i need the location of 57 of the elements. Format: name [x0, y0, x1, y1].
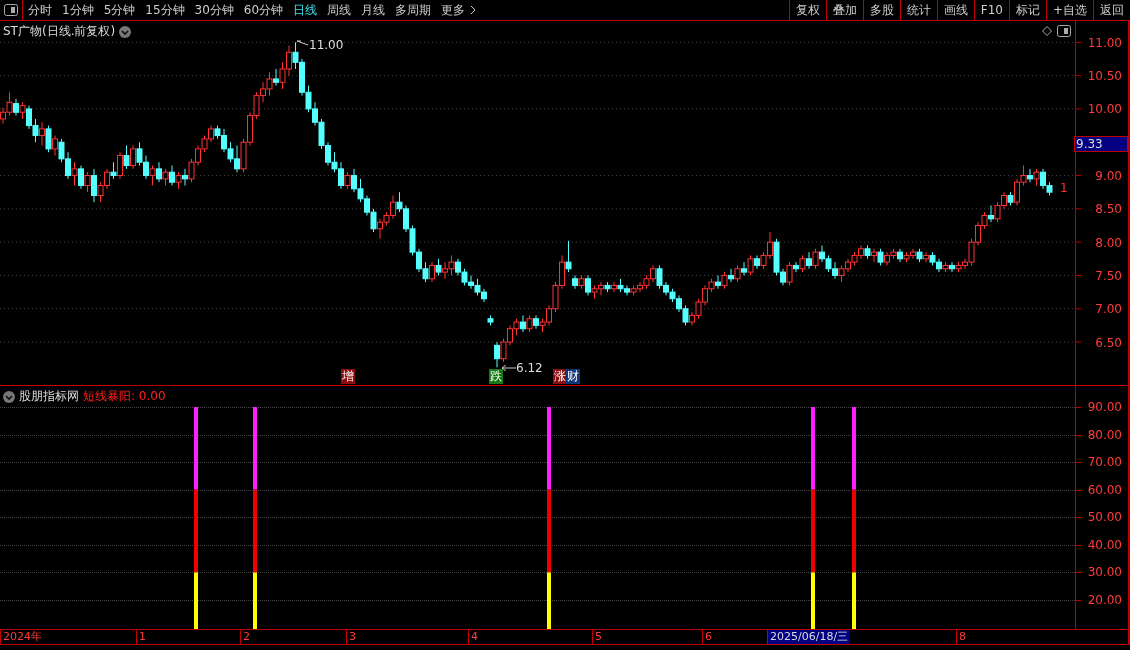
collapse-icon[interactable]	[119, 25, 132, 38]
period-tab[interactable]: 分时	[23, 0, 57, 20]
period-tab[interactable]: 60分钟	[238, 0, 289, 20]
date-axis-label: 1	[136, 630, 148, 644]
date-axis-label: 2	[240, 630, 252, 644]
indicator-axis-label: 40.00	[1087, 537, 1122, 552]
chevron-right-icon[interactable]	[470, 5, 477, 15]
signal-tag: 增	[341, 369, 355, 384]
date-axis-label: 8	[956, 630, 968, 644]
chart-title: ST广物(日线.前复权)	[3, 23, 116, 40]
indicator-reading: 短线暴阳: 0.00	[83, 388, 166, 405]
panel-toggle-icon[interactable]	[1057, 25, 1071, 37]
period-tab[interactable]: 30分钟	[189, 0, 239, 20]
indicator-source: 股朋指标网	[19, 388, 79, 405]
collapse-icon[interactable]	[3, 390, 15, 403]
cursor-date-label: 2025/06/18/三	[767, 630, 851, 644]
price-axis-label: 8.00	[1095, 235, 1122, 250]
diamond-icon[interactable]	[1042, 26, 1052, 36]
price-axis-label: 8.50	[1095, 202, 1122, 217]
high-price-label: 11.00	[309, 38, 344, 52]
high-pointer-icon	[297, 40, 309, 46]
period-tab[interactable]: 1分钟	[57, 0, 99, 20]
indicator-axis-label: 70.00	[1087, 455, 1122, 470]
date-axis-label: 3	[346, 630, 358, 644]
edge-label: 1	[1060, 181, 1068, 195]
signal-tag: 跌	[489, 369, 503, 384]
indicator-axis-label: 20.00	[1087, 593, 1122, 607]
panel-toggle-icon[interactable]	[4, 4, 18, 16]
low-price-label: 6.12	[516, 361, 543, 375]
price-axis-label: 11.00	[1087, 35, 1122, 50]
indicator-axis-label: 30.00	[1087, 565, 1122, 580]
period-tab[interactable]: 月线	[356, 0, 391, 20]
period-tab[interactable]: 日线	[288, 0, 323, 20]
price-axis-label: 6.50	[1095, 335, 1122, 350]
indicator-axis-label: 80.00	[1087, 427, 1122, 442]
current-price-tag: 9.33	[1074, 136, 1128, 152]
low-pointer-icon	[502, 365, 516, 371]
price-axis-label: 7.50	[1095, 268, 1122, 283]
price-axis-label: 10.00	[1087, 102, 1122, 117]
period-tab[interactable]: 周线	[322, 0, 357, 20]
candlestick	[487, 314, 494, 326]
date-axis-label: 4	[468, 630, 480, 644]
indicator-axis-label: 60.00	[1087, 482, 1122, 497]
price-axis-label: 7.00	[1095, 302, 1122, 317]
period-tab[interactable]: 多周期	[390, 0, 437, 20]
date-axis-label: 5	[592, 630, 604, 644]
indicator-axis-label: 50.00	[1087, 510, 1122, 525]
date-axis-label: 6	[702, 630, 714, 644]
signal-tag: 涨	[553, 369, 567, 384]
signal-tag: 财	[566, 369, 580, 384]
period-tab[interactable]: 5分钟	[98, 0, 141, 20]
period-tab[interactable]: 更多	[436, 0, 471, 20]
indicator-axis-label: 90.00	[1087, 400, 1122, 414]
price-axis-label: 10.50	[1087, 69, 1122, 84]
date-axis-label: 2024年	[0, 630, 44, 644]
price-axis-label: 9.00	[1095, 169, 1122, 184]
period-tab[interactable]: 15分钟	[140, 0, 190, 20]
